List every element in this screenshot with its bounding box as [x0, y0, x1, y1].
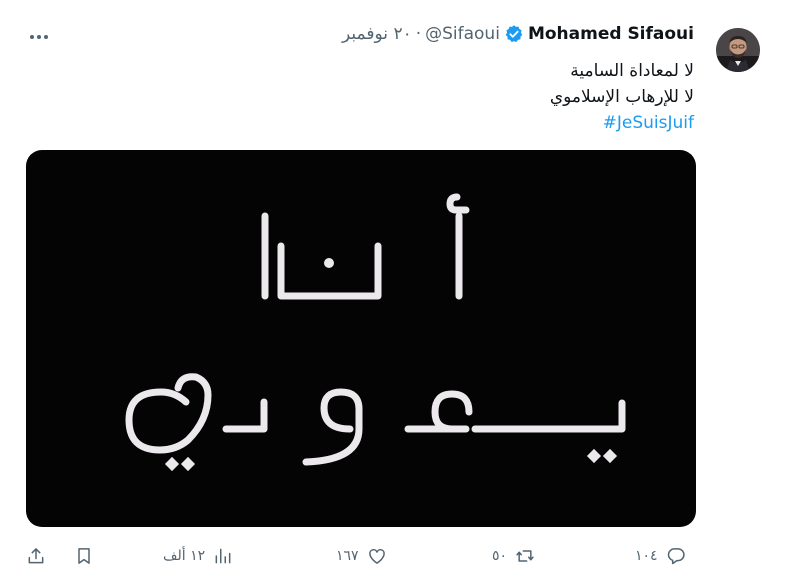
- hashtag-link[interactable]: #JeSuisJuif: [603, 113, 694, 133]
- author-handle[interactable]: @Sifaoui: [425, 24, 500, 44]
- tweet-media-image[interactable]: [26, 150, 696, 527]
- more-options-button[interactable]: [24, 26, 54, 48]
- more-icon-dot: [30, 35, 34, 39]
- views-count: ١٢ ألف: [163, 548, 206, 564]
- more-icon-dot: [44, 35, 48, 39]
- retweet-button[interactable]: ٥٠: [492, 540, 535, 572]
- like-count: ١٦٧: [336, 548, 359, 564]
- tweet-actions: ١٠٤ ٥٠ ١٦٧ ١٢ ألف: [0, 540, 787, 572]
- retweet-icon: [516, 550, 534, 562]
- separator-dot: ·: [415, 24, 422, 44]
- more-icon-dot: [37, 35, 41, 39]
- like-icon: [368, 548, 385, 564]
- tweet-date[interactable]: ٢٠ نوفمبر: [342, 24, 412, 44]
- author-name[interactable]: Mohamed Sifaoui: [528, 24, 694, 44]
- tweet-text: لا لمعاداة السامية لا للإرهاب الإسلاموي …: [550, 58, 694, 136]
- retweet-count: ٥٠: [492, 548, 508, 564]
- share-button[interactable]: [26, 540, 46, 572]
- bookmark-button[interactable]: [74, 540, 94, 572]
- tweet-text-line-1: لا لمعاداة السامية: [570, 61, 694, 81]
- tweet[interactable]: Mohamed Sifaoui @Sifaoui · ٢٠ نوفمبر لا …: [0, 0, 787, 577]
- reply-count: ١٠٤: [635, 548, 658, 564]
- media-artwork: [125, 193, 626, 472]
- verified-icon: [505, 25, 523, 42]
- bookmark-icon: [78, 548, 90, 564]
- tweet-text-line-2: لا للإرهاب الإسلاموي: [549, 87, 694, 107]
- reply-icon: [667, 548, 685, 565]
- reply-button[interactable]: ١٠٤: [635, 540, 686, 572]
- views-button[interactable]: ١٢ ألف: [163, 540, 233, 572]
- views-icon: [215, 548, 231, 564]
- share-icon: [28, 548, 44, 564]
- avatar[interactable]: [716, 28, 760, 72]
- tweet-header: Mohamed Sifaoui @Sifaoui · ٢٠ نوفمبر: [342, 24, 694, 44]
- avatar-image: [716, 28, 760, 72]
- like-button[interactable]: ١٦٧: [336, 540, 387, 572]
